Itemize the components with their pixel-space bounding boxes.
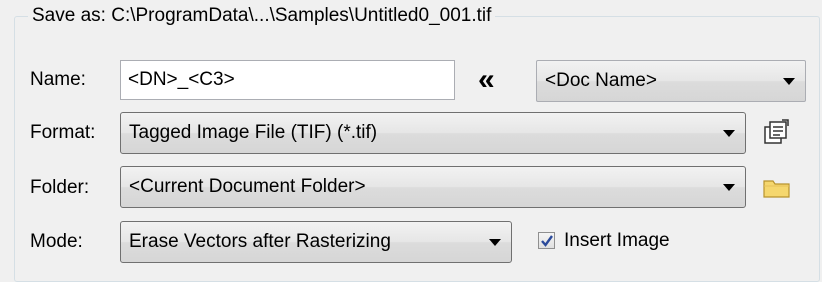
folder-select-value: <Current Document Folder>: [129, 176, 366, 197]
folder-select[interactable]: <Current Document Folder>: [120, 166, 746, 208]
chevron-down-icon: [723, 130, 735, 137]
insert-image-label[interactable]: Insert Image: [564, 229, 670, 253]
save-as-label: Save as:: [32, 5, 106, 26]
insert-token-button[interactable]: «: [478, 60, 495, 100]
checkmark-icon: [541, 235, 553, 247]
mode-select[interactable]: Erase Vectors after Rasterizing: [120, 221, 512, 263]
save-as-title: Save as: C:\ProgramData\...\Samples\Unti…: [28, 4, 496, 28]
format-label: Format:: [30, 122, 96, 143]
folder-label: Folder:: [30, 177, 90, 198]
format-select[interactable]: Tagged Image File (TIF) (*.tif): [120, 112, 746, 154]
chevron-down-icon: [783, 78, 795, 85]
save-as-path: C:\ProgramData\...\Samples\Untitled0_001…: [111, 5, 492, 26]
token-select[interactable]: <Doc Name>: [536, 60, 806, 102]
folder-icon[interactable]: [762, 176, 792, 206]
format-select-value: Tagged Image File (TIF) (*.tif): [129, 122, 378, 143]
mode-select-value: Erase Vectors after Rasterizing: [129, 231, 391, 252]
token-select-value: <Doc Name>: [545, 70, 657, 91]
name-label: Name:: [30, 69, 86, 90]
insert-image-checkbox[interactable]: [538, 232, 555, 249]
name-input[interactable]: [120, 60, 455, 100]
chevron-down-icon: [723, 184, 735, 191]
chevron-down-icon: [489, 239, 501, 246]
properties-icon[interactable]: [762, 118, 790, 152]
mode-label: Mode:: [30, 231, 83, 252]
